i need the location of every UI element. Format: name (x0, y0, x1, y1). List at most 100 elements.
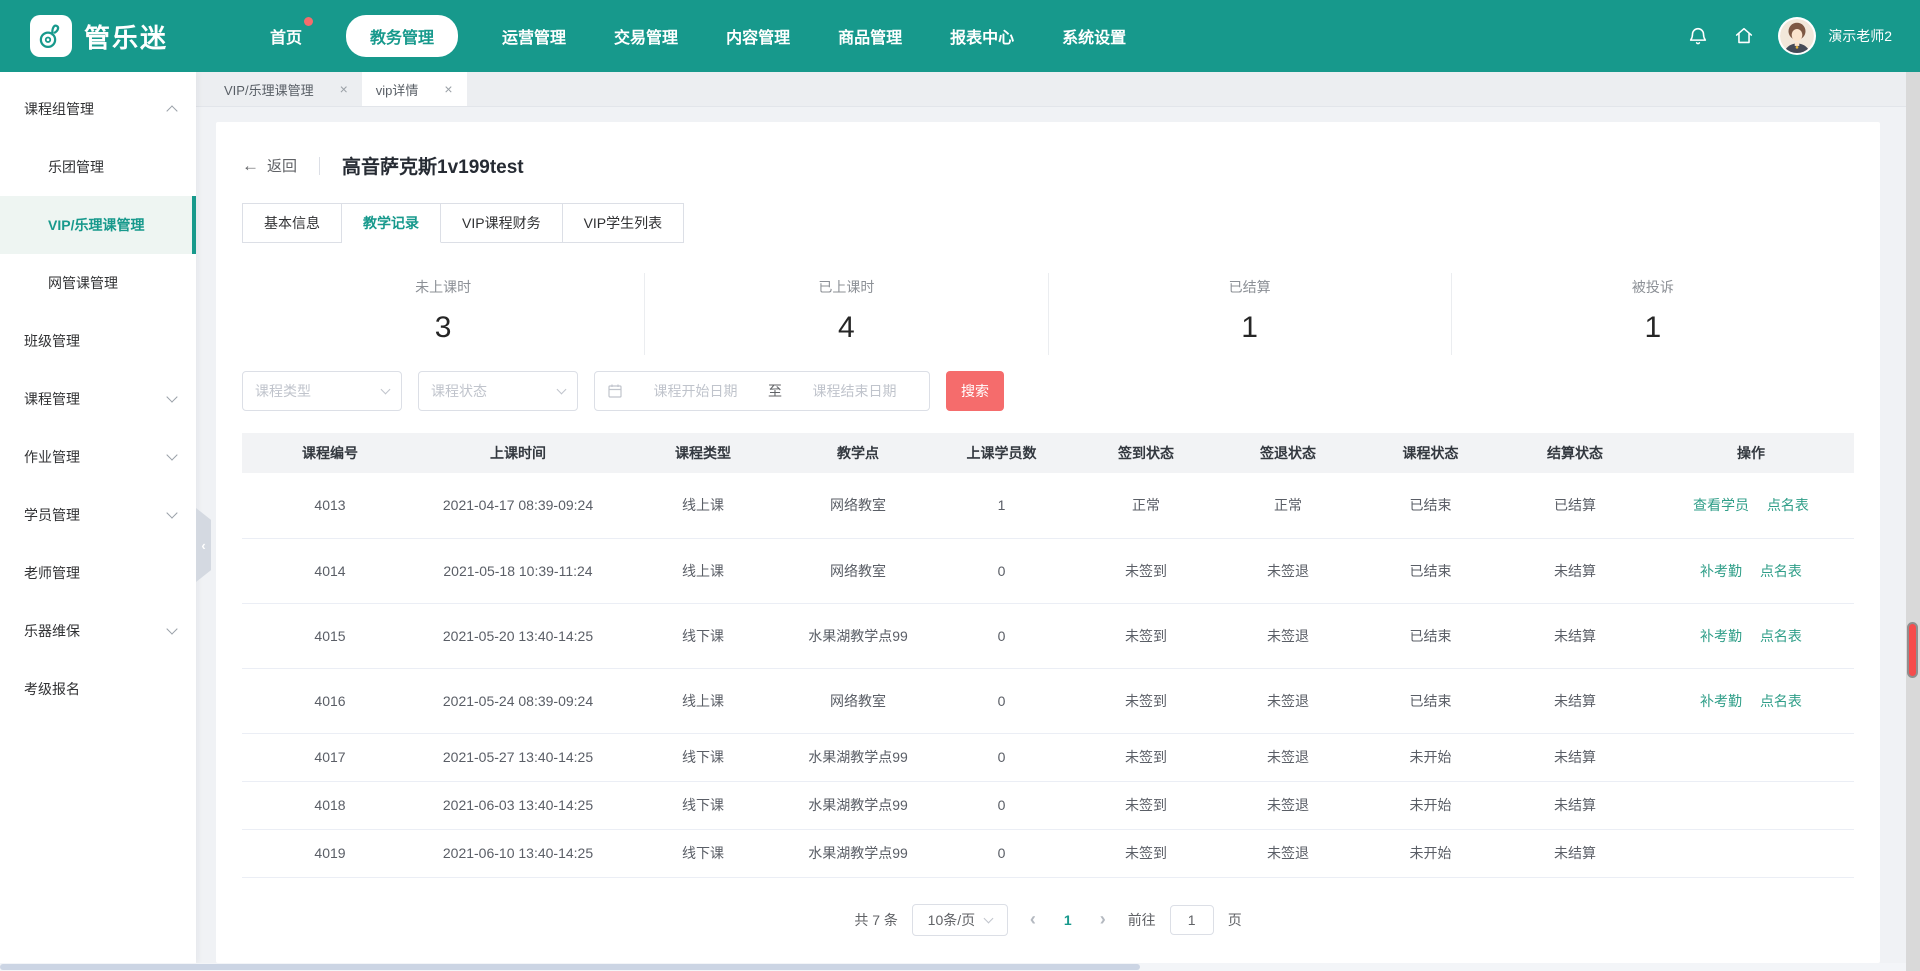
records-table: 课程编号 上课时间 课程类型 教学点 上课学员数 签到状态 签退状态 课程状态 … (242, 433, 1854, 878)
cell-checkin-status: 未签到 (1075, 829, 1217, 877)
sidebar-item-online-course[interactable]: 网管课管理 (0, 254, 196, 312)
stat-settled: 已结算 1 (1048, 273, 1451, 355)
notification-dot-icon (304, 17, 313, 26)
brand-logo-icon (30, 15, 72, 57)
username[interactable]: 演示老师2 (1828, 26, 1892, 46)
nav-item-content[interactable]: 内容管理 (726, 24, 790, 48)
roll-call-link[interactable]: 点名表 (1760, 628, 1802, 644)
current-page[interactable]: 1 (1058, 912, 1078, 928)
close-icon[interactable]: × (340, 82, 348, 96)
cell-teaching-point: 水果湖教学点99 (788, 733, 928, 781)
sidebar-group-course-groups[interactable]: 课程组管理 (0, 80, 196, 138)
table-row: 4015 2021-05-20 13:40-14:25 线下课 水果湖教学点99… (242, 603, 1854, 668)
course-status-select[interactable]: 课程状态 (418, 371, 578, 411)
nav-item-academic[interactable]: 教务管理 (346, 15, 458, 57)
vertical-scrollbar-thumb[interactable] (1907, 622, 1918, 678)
sidebar-item-teacher-mgmt[interactable]: 老师管理 (0, 544, 196, 602)
sidebar-item-exam-registration[interactable]: 考级报名 (0, 660, 196, 718)
nav-item-operation[interactable]: 运营管理 (502, 24, 566, 48)
nav-item-goods[interactable]: 商品管理 (838, 24, 902, 48)
roll-call-link[interactable]: 点名表 (1760, 693, 1802, 709)
roll-call-link[interactable]: 点名表 (1767, 497, 1809, 513)
sidebar-collapse-handle[interactable]: ‹ (196, 508, 211, 582)
col-checkout-status: 签退状态 (1217, 433, 1359, 473)
table-row: 4019 2021-06-10 13:40-14:25 线下课 水果湖教学点99… (242, 829, 1854, 877)
main-menu: 首页 教务管理 运营管理 交易管理 内容管理 商品管理 报表中心 系统设置 (246, 15, 1150, 57)
cell-checkout-status: 未签退 (1217, 829, 1359, 877)
bell-icon[interactable] (1686, 24, 1710, 48)
next-page-button[interactable]: › (1092, 909, 1114, 930)
nav-item-home[interactable]: 首页 (270, 24, 302, 48)
cell-checkout-status: 未签退 (1217, 781, 1359, 829)
sidebar-item-orchestra[interactable]: 乐团管理 (0, 138, 196, 196)
nav-item-trade[interactable]: 交易管理 (614, 24, 678, 48)
cell-checkout-status: 未签退 (1217, 538, 1359, 603)
table-row: 4014 2021-05-18 10:39-11:24 线上课 网络教室 0 未… (242, 538, 1854, 603)
tab-teaching-records[interactable]: 教学记录 (342, 203, 441, 243)
roll-call-link[interactable]: 点名表 (1760, 563, 1802, 579)
close-icon[interactable]: × (444, 82, 452, 96)
cell-course-id: 4014 (242, 538, 418, 603)
nav-item-report[interactable]: 报表中心 (950, 24, 1014, 48)
tab-basic-info[interactable]: 基本信息 (242, 203, 342, 243)
horizontal-scrollbar-thumb[interactable] (0, 964, 1140, 970)
cell-course-type: 线上课 (618, 668, 788, 733)
col-class-time: 上课时间 (418, 433, 618, 473)
prev-page-button[interactable]: ‹ (1022, 909, 1044, 930)
cell-class-time: 2021-05-20 13:40-14:25 (418, 603, 618, 668)
cell-checkin-status: 未签到 (1075, 538, 1217, 603)
cell-course-type: 线上课 (618, 538, 788, 603)
navbar-right: 演示老师2 (1686, 17, 1892, 55)
page-size-select[interactable]: 10条/页 (912, 904, 1008, 936)
home-icon[interactable] (1732, 24, 1756, 48)
sidebar-item-instrument-maintenance[interactable]: 乐器维保 (0, 602, 196, 660)
tab-vip-students[interactable]: VIP学生列表 (563, 203, 685, 243)
view-students-link[interactable]: 查看学员 (1693, 497, 1749, 513)
horizontal-scrollbar[interactable] (0, 963, 1920, 971)
course-type-select[interactable]: 课程类型 (242, 371, 402, 411)
tab-vip-finance[interactable]: VIP课程财务 (441, 203, 563, 243)
chevron-down-icon (166, 391, 177, 402)
vertical-scrollbar[interactable] (1906, 72, 1920, 971)
calendar-icon (607, 383, 623, 399)
sidebar-item-course-mgmt[interactable]: 课程管理 (0, 370, 196, 428)
page-header: ← 返回 高音萨克斯1v199test (242, 152, 1854, 179)
cell-teaching-point: 水果湖教学点99 (788, 603, 928, 668)
back-arrow-icon: ← (242, 156, 259, 176)
back-button[interactable]: ← 返回 (242, 155, 297, 176)
makeup-attendance-link[interactable]: 补考勤 (1700, 563, 1742, 579)
page-unit-label: 页 (1228, 910, 1242, 930)
sidebar-item-vip-course[interactable]: VIP/乐理课管理 (0, 196, 196, 254)
stat-not-attended: 未上课时 3 (242, 273, 644, 355)
col-settlement-status: 结算状态 (1502, 433, 1648, 473)
table-row: 4017 2021-05-27 13:40-14:25 线下课 水果湖教学点99… (242, 733, 1854, 781)
sidebar-item-homework-mgmt[interactable]: 作业管理 (0, 428, 196, 486)
makeup-attendance-link[interactable]: 补考勤 (1700, 693, 1742, 709)
tab-vip-course-list[interactable]: VIP/乐理课管理 × (210, 72, 362, 106)
date-range-separator: 至 (768, 381, 782, 401)
cell-checkin-status: 正常 (1075, 473, 1217, 538)
date-end-placeholder: 课程结束日期 (792, 381, 917, 401)
cell-class-time: 2021-04-17 08:39-09:24 (418, 473, 618, 538)
cell-teaching-point: 网络教室 (788, 473, 928, 538)
search-button[interactable]: 搜索 (946, 371, 1004, 411)
cell-course-status: 未开始 (1359, 829, 1502, 877)
goto-page-input[interactable] (1170, 905, 1214, 935)
page-title: 高音萨克斯1v199test (342, 152, 524, 179)
tab-vip-detail[interactable]: vip详情 × (362, 72, 467, 106)
detail-card: ← 返回 高音萨克斯1v199test 基本信息 教学记录 VIP课程财务 VI… (216, 122, 1880, 963)
course-status-placeholder: 课程状态 (431, 381, 558, 401)
sidebar-item-student-mgmt[interactable]: 学员管理 (0, 486, 196, 544)
cell-class-time: 2021-05-27 13:40-14:25 (418, 733, 618, 781)
nav-item-settings[interactable]: 系统设置 (1062, 24, 1126, 48)
user-avatar[interactable] (1778, 17, 1816, 55)
cell-class-time: 2021-05-18 10:39-11:24 (418, 538, 618, 603)
table-header-row: 课程编号 上课时间 课程类型 教学点 上课学员数 签到状态 签退状态 课程状态 … (242, 433, 1854, 473)
makeup-attendance-link[interactable]: 补考勤 (1700, 628, 1742, 644)
stat-label: 已上课时 (645, 277, 1047, 297)
col-teaching-point: 教学点 (788, 433, 928, 473)
date-range-picker[interactable]: 课程开始日期 至 课程结束日期 (594, 371, 930, 411)
sidebar-item-class-mgmt[interactable]: 班级管理 (0, 312, 196, 370)
chevron-down-icon (381, 385, 391, 395)
nav-item-home-label: 首页 (270, 30, 302, 47)
